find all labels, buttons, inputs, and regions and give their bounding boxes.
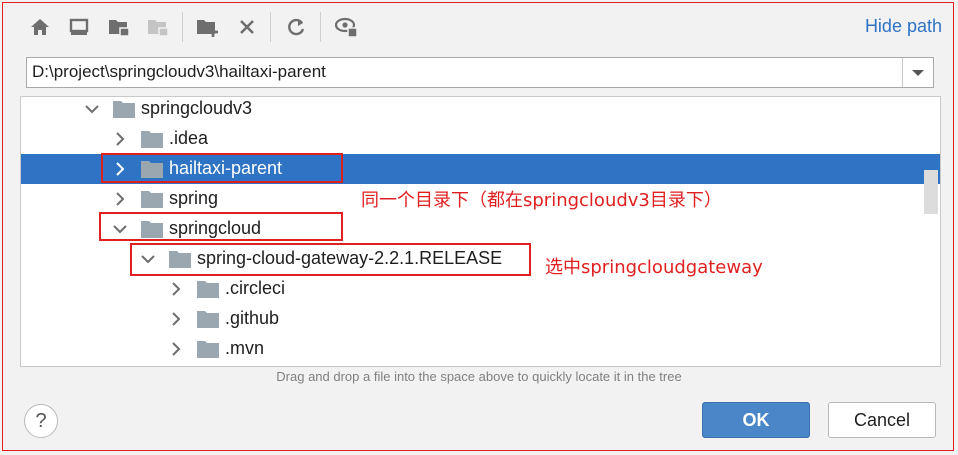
tree-row[interactable]: .github	[21, 304, 940, 334]
tree-item-label: .mvn	[225, 338, 265, 358]
chevron-right-icon[interactable]	[113, 132, 127, 146]
tree-item-label: springcloud	[169, 218, 262, 238]
tree-item-label: .github	[225, 308, 280, 328]
tree-scrollbar[interactable]	[924, 170, 938, 214]
chevron-down-icon[interactable]	[113, 222, 127, 236]
tree-row[interactable]: springcloud	[21, 214, 940, 244]
tree-row-selected[interactable]: hailtaxi-parent	[21, 154, 940, 184]
folder-icon	[169, 251, 191, 268]
tree-item-label: spring-cloud-gateway-2.2.1.RELEASE	[197, 248, 503, 268]
drag-drop-hint: Drag and drop a file into the space abov…	[276, 369, 682, 384]
tree-row[interactable]: .circleci	[21, 274, 940, 304]
folder-icon	[197, 341, 219, 358]
tree-row[interactable]: spring-cloud-gateway-2.2.1.RELEASE	[21, 244, 940, 274]
folder-icon	[113, 101, 135, 118]
annotation-same-dir: 同一个目录下（都在springcloudv3目录下）	[361, 190, 722, 211]
hide-path-link[interactable]: Hide path	[865, 16, 942, 37]
chevron-right-icon[interactable]	[169, 312, 183, 326]
tree-row[interactable]: springcloudv3	[21, 97, 940, 124]
toolbar: Hide path	[20, 0, 950, 54]
chevron-down-icon	[912, 69, 924, 76]
tree-item-label: springcloudv3	[141, 98, 253, 118]
path-input[interactable]: D:\project\springcloudv3\hailtaxi-parent	[26, 57, 934, 88]
project-folder-icon[interactable]	[105, 13, 133, 41]
folder-icon	[141, 161, 163, 178]
folder-icon	[141, 191, 163, 208]
folder-icon	[141, 131, 163, 148]
cancel-button[interactable]: Cancel	[828, 402, 936, 438]
chevron-right-icon[interactable]	[113, 162, 127, 176]
ok-button[interactable]: OK	[702, 402, 810, 438]
chevron-right-icon[interactable]	[169, 282, 183, 296]
toolbar-separator	[320, 12, 321, 42]
tree-item-label: spring	[169, 188, 219, 208]
folder-icon	[197, 311, 219, 328]
chevron-right-icon[interactable]	[169, 342, 183, 356]
module-folder-icon[interactable]	[144, 13, 172, 41]
desktop-icon[interactable]	[65, 13, 93, 41]
tree-item-label: hailtaxi-parent	[169, 158, 283, 178]
annotation-select-gateway: 选中springcloudgateway	[545, 257, 763, 278]
chevron-right-icon[interactable]	[113, 192, 127, 206]
tree-item-label: .idea	[169, 128, 209, 148]
help-button[interactable]: ?	[24, 404, 58, 438]
path-history-dropdown[interactable]	[902, 58, 933, 87]
folder-icon	[197, 281, 219, 298]
chevron-down-icon[interactable]	[85, 102, 99, 116]
file-tree[interactable]: springcloudv3 .idea hailtaxi-parent spri…	[20, 96, 941, 367]
toolbar-separator	[182, 12, 183, 42]
show-hidden-icon[interactable]	[333, 13, 361, 41]
refresh-icon[interactable]	[282, 13, 310, 41]
new-folder-icon[interactable]	[194, 13, 222, 41]
tree-item-label: .circleci	[225, 278, 286, 298]
delete-icon[interactable]	[233, 13, 261, 41]
folder-icon	[141, 221, 163, 238]
home-icon[interactable]	[26, 13, 54, 41]
path-value: D:\project\springcloudv3\hailtaxi-parent	[32, 62, 326, 81]
tree-row[interactable]: .mvn	[21, 334, 940, 364]
tree-row[interactable]: .idea	[21, 124, 940, 154]
chevron-down-icon[interactable]	[141, 252, 155, 266]
toolbar-separator	[270, 12, 271, 42]
